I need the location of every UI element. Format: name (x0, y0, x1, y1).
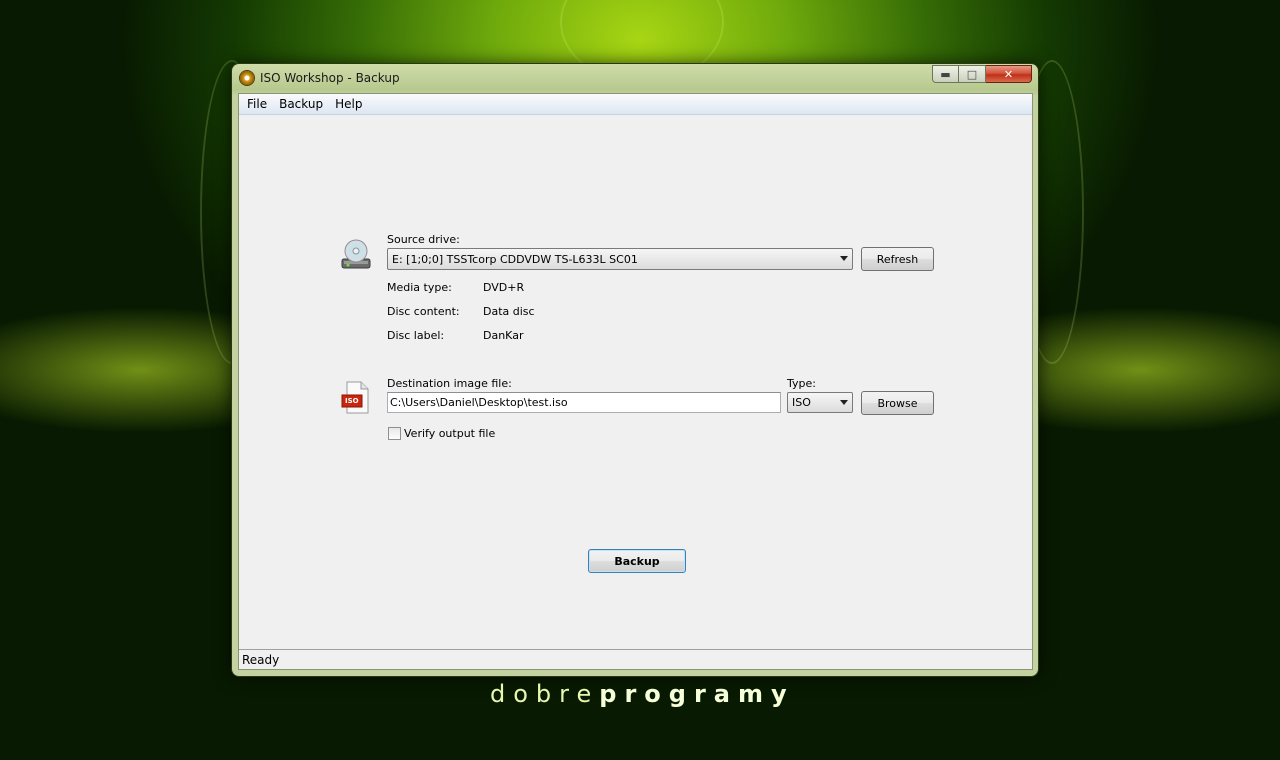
destination-label: Destination image file: (387, 377, 512, 390)
source-drive-select[interactable]: E: [1;0;0] TSSTcorp CDDVDW TS-L633L SC01 (387, 248, 853, 270)
verify-output-checkbox[interactable] (388, 427, 401, 440)
backup-button[interactable]: Backup (588, 549, 686, 573)
iso-file-icon: ISO (341, 381, 371, 415)
refresh-button[interactable]: Refresh (861, 247, 934, 271)
media-type-value: DVD+R (483, 281, 525, 294)
iso-badge-text: ISO (345, 397, 359, 405)
type-select-value: ISO (792, 396, 811, 409)
disc-content-label: Disc content: (387, 305, 460, 318)
menu-file[interactable]: File (241, 97, 273, 111)
title-bar[interactable]: ISO Workshop - Backup ▬ □ ✕ (232, 64, 1038, 92)
source-drive-label: Source drive: (387, 233, 460, 246)
cd-drive-icon (341, 239, 371, 269)
status-text: Ready (242, 652, 280, 667)
source-drive-value: E: [1;0;0] TSSTcorp CDDVDW TS-L633L SC01 (392, 252, 638, 266)
minimize-button[interactable]: ▬ (932, 65, 959, 83)
dobreprogramy-logo: dobreprogramy (490, 680, 795, 708)
disc-content-value: Data disc (483, 305, 535, 318)
menu-bar: File Backup Help (239, 94, 1032, 115)
logo-part-2: programy (599, 680, 795, 708)
chevron-down-icon (840, 400, 848, 405)
client-area: File Backup Help Source drive: E: [1;0;0… (238, 93, 1033, 670)
browse-button[interactable]: Browse (861, 391, 934, 415)
maximize-button[interactable]: □ (959, 65, 986, 83)
disc-label-label: Disc label: (387, 329, 445, 342)
media-type-label: Media type: (387, 281, 452, 294)
menu-help[interactable]: Help (329, 97, 368, 111)
status-bar: Ready (239, 649, 1032, 669)
destination-path-input[interactable]: C:\Users\Daniel\Desktop\test.iso (387, 392, 781, 413)
disc-label-value: DanKar (483, 329, 524, 342)
app-logo-icon (240, 71, 254, 85)
close-button[interactable]: ✕ (986, 65, 1032, 83)
app-window: ISO Workshop - Backup ▬ □ ✕ File Backup … (232, 64, 1038, 676)
menu-backup[interactable]: Backup (273, 97, 329, 111)
chevron-down-icon (840, 256, 848, 261)
verify-output-label[interactable]: Verify output file (404, 427, 495, 440)
window-title: ISO Workshop - Backup (260, 71, 400, 85)
type-select[interactable]: ISO (787, 392, 853, 413)
logo-part-1: dobre (490, 680, 600, 708)
type-label: Type: (787, 377, 816, 390)
